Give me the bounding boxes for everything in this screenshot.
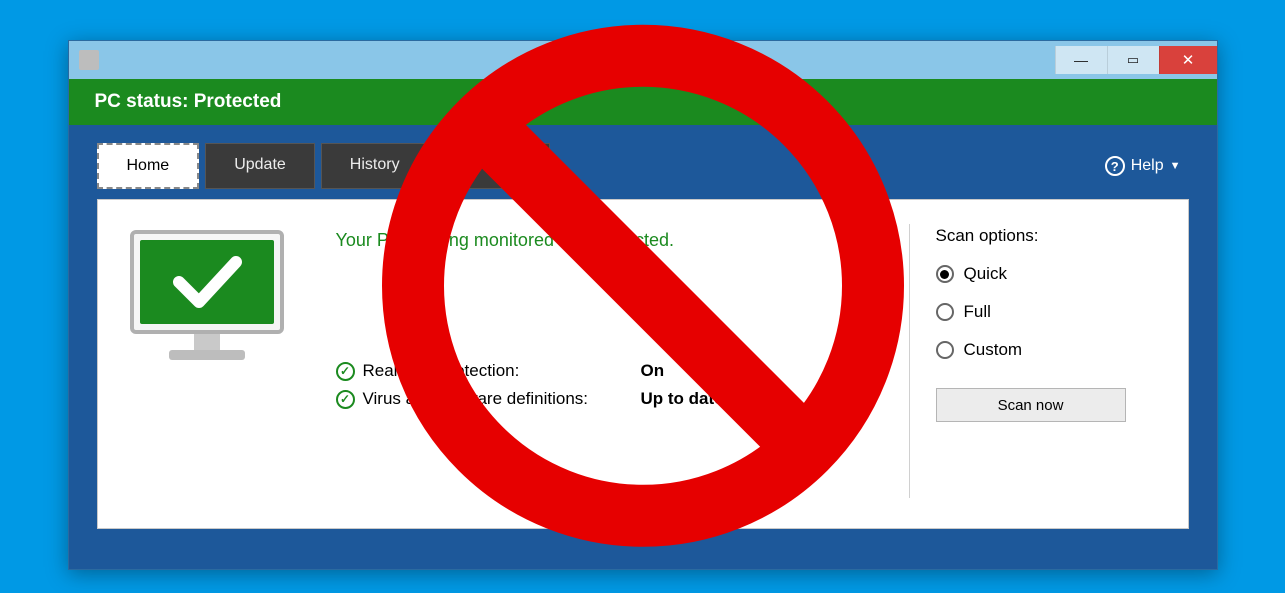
- tab-bar: Home Update History Settings ? Help ▼: [69, 125, 1217, 189]
- definitions-row: ✓ Virus and spyware definitions: Up to d…: [336, 389, 887, 409]
- check-icon: ✓: [336, 362, 355, 381]
- tab-settings[interactable]: Settings: [435, 143, 551, 189]
- tab-history[interactable]: History: [321, 143, 429, 189]
- help-label: Help: [1131, 157, 1164, 175]
- definitions-label: Virus and spyware definitions:: [363, 389, 633, 409]
- app-window: Windows Defender PC status: Protected Ho…: [68, 40, 1218, 570]
- content-panel: Your PC is being monitored and protected…: [97, 199, 1189, 529]
- radio-icon: [936, 303, 954, 321]
- radio-icon: [936, 265, 954, 283]
- radio-icon: [936, 341, 954, 359]
- tab-update[interactable]: Update: [205, 143, 315, 189]
- realtime-value: On: [641, 361, 665, 381]
- status-message: Your PC is being monitored and protected…: [336, 230, 887, 251]
- scan-option-custom[interactable]: Custom: [936, 340, 1162, 360]
- realtime-label: Real-time protection:: [363, 361, 633, 381]
- scan-option-full[interactable]: Full: [936, 302, 1162, 322]
- pc-status-bar: PC status: Protected: [69, 79, 1217, 125]
- vertical-divider: [909, 224, 910, 498]
- pc-status-text: PC status: Protected: [95, 91, 282, 113]
- scan-now-button[interactable]: Scan now: [936, 388, 1126, 422]
- realtime-protection-row: ✓ Real-time protection: On: [336, 361, 887, 381]
- tab-home[interactable]: Home: [97, 143, 200, 189]
- chevron-down-icon: ▼: [1170, 160, 1181, 172]
- protected-monitor-icon: [124, 224, 294, 374]
- check-icon: ✓: [336, 390, 355, 409]
- scan-options-title: Scan options:: [936, 226, 1162, 246]
- scan-option-quick[interactable]: Quick: [936, 264, 1162, 284]
- help-menu[interactable]: ? Help ▼: [1105, 156, 1181, 176]
- window-title: Windows Defender: [69, 52, 1217, 69]
- help-icon: ?: [1105, 156, 1125, 176]
- definitions-value: Up to date: [641, 389, 724, 409]
- titlebar[interactable]: Windows Defender: [69, 41, 1217, 79]
